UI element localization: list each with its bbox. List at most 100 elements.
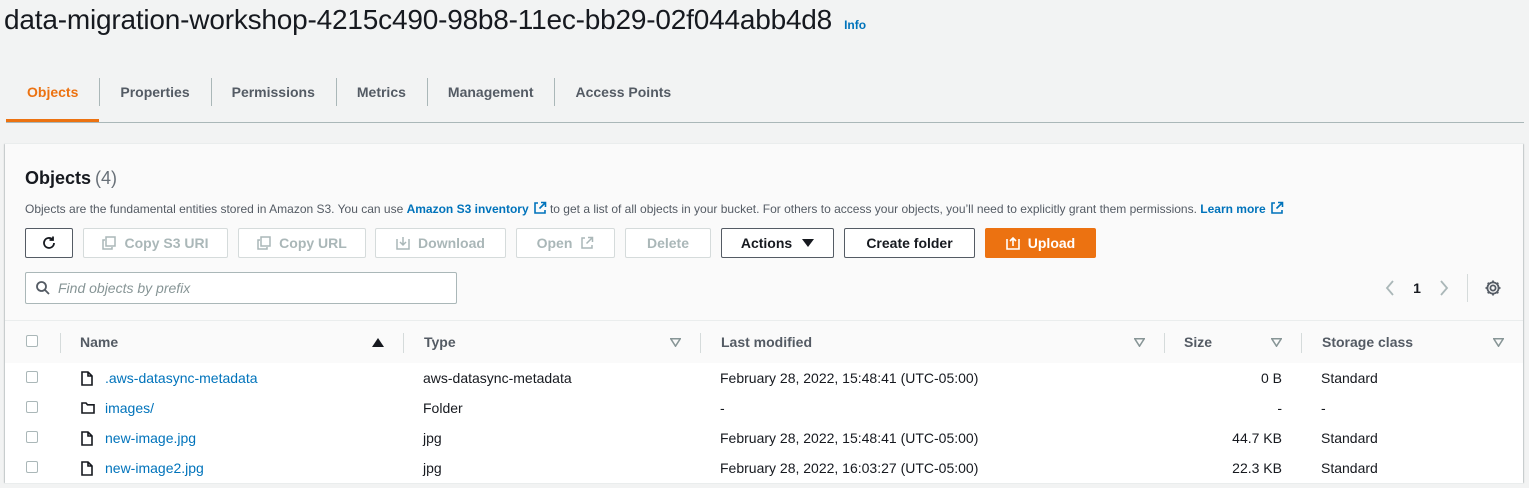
tab-management[interactable]: Management [426, 70, 555, 114]
row-checkbox[interactable] [26, 371, 38, 383]
row-checkbox[interactable] [26, 401, 38, 413]
last-modified-cell: February 28, 2022, 15:48:41 (UTC-05:00) [720, 370, 979, 386]
refresh-icon [43, 236, 55, 249]
objects-panel: Objects (4) Objects are the fundamental e… [5, 143, 1523, 484]
tab-objects[interactable]: Objects [6, 70, 100, 122]
copy-icon [102, 236, 117, 250]
search-icon [36, 281, 50, 295]
column-divider [1301, 333, 1302, 353]
last-modified-cell: February 28, 2022, 15:48:41 (UTC-05:00) [720, 430, 979, 446]
sort-icon[interactable] [1134, 338, 1145, 347]
column-divider [700, 333, 701, 353]
s3-inventory-link-label: Amazon S3 inventory [406, 202, 529, 216]
tab-properties[interactable]: Properties [99, 70, 210, 114]
sort-icon[interactable] [1493, 338, 1504, 347]
page-number[interactable]: 1 [1406, 280, 1428, 296]
pager-divider [1467, 274, 1468, 302]
search-input[interactable] [56, 279, 450, 297]
objects-description: Objects are the fundamental entities sto… [25, 201, 1284, 216]
info-link[interactable]: Info [844, 18, 866, 32]
create-folder-label: Create folder [866, 235, 953, 251]
sort-asc-icon[interactable] [372, 338, 384, 347]
delete-label: Delete [646, 235, 690, 251]
download-button[interactable]: Download [375, 228, 506, 258]
open-button[interactable]: Open [516, 228, 615, 258]
table-row[interactable]: images/ Folder - - - [5, 393, 1523, 424]
object-link[interactable]: new-image.jpg [105, 430, 196, 446]
learn-more-label: Learn more [1200, 202, 1266, 216]
upload-label: Upload [1027, 235, 1076, 251]
select-all-checkbox[interactable] [26, 335, 38, 347]
column-header-last-modified[interactable]: Last modified [721, 321, 812, 363]
object-name-cell: images/ [81, 393, 154, 423]
copy-s3-uri-label: Copy S3 URI [124, 235, 209, 251]
type-cell: aws-datasync-metadata [423, 370, 572, 386]
caret-down-icon [802, 239, 815, 247]
table-header: Name Type Last modified Size Storage cla… [5, 320, 1523, 364]
object-link[interactable]: .aws-datasync-metadata [105, 370, 258, 386]
column-divider [60, 333, 61, 353]
column-header-size[interactable]: Size [1184, 321, 1212, 363]
actions-dropdown[interactable]: Actions [721, 228, 834, 258]
row-checkbox[interactable] [26, 461, 38, 473]
gear-icon[interactable] [1483, 278, 1503, 298]
table-row[interactable]: new-image2.jpg jpg February 28, 2022, 16… [5, 453, 1523, 484]
storage-class-cell: Standard [1321, 460, 1378, 476]
chevron-right-icon[interactable] [1434, 280, 1454, 296]
object-name-cell: .aws-datasync-metadata [81, 363, 258, 393]
row-checkbox[interactable] [26, 431, 38, 443]
column-divider [403, 333, 404, 353]
sort-icon[interactable] [1271, 338, 1282, 347]
folder-icon [81, 402, 95, 414]
copy-url-label: Copy URL [279, 235, 347, 251]
object-link[interactable]: new-image2.jpg [105, 460, 204, 476]
copy-url-button[interactable]: Copy URL [238, 228, 366, 258]
objects-count: (4) [95, 168, 118, 188]
size-cell: 44.7 KB [1232, 430, 1282, 446]
download-label: Download [418, 235, 485, 251]
download-icon [396, 237, 410, 250]
tab-metrics[interactable]: Metrics [335, 70, 427, 114]
refresh-button[interactable] [25, 228, 73, 258]
external-link-icon [1270, 201, 1283, 214]
column-header-name[interactable]: Name [80, 321, 118, 363]
description-text-2: to get a list of all objects in your buc… [549, 202, 1197, 216]
open-label: Open [536, 235, 573, 251]
size-cell: 0 B [1260, 370, 1282, 386]
objects-heading-label: Objects [25, 168, 92, 188]
external-link-icon [533, 201, 546, 214]
upload-button[interactable]: Upload [985, 228, 1096, 258]
type-cell: Folder [423, 400, 463, 416]
object-name-cell: new-image2.jpg [81, 453, 204, 483]
table-row[interactable]: new-image.jpg jpg February 28, 2022, 15:… [5, 423, 1523, 454]
copy-icon [257, 236, 271, 250]
column-divider [1164, 333, 1165, 353]
page-header: data-migration-workshop-4215c490-98b8-11… [4, 4, 866, 44]
description-text-1: Objects are the fundamental entities sto… [25, 202, 404, 216]
file-icon [81, 460, 93, 476]
file-icon [81, 370, 93, 386]
table-row[interactable]: .aws-datasync-metadata aws-datasync-meta… [5, 363, 1523, 394]
column-header-storage-class[interactable]: Storage class [1322, 321, 1413, 363]
storage-class-cell: Standard [1321, 430, 1378, 446]
object-link[interactable]: images/ [105, 400, 154, 416]
chevron-left-icon[interactable] [1380, 280, 1400, 296]
copy-s3-uri-button[interactable]: Copy S3 URI [83, 228, 228, 258]
bucket-title: data-migration-workshop-4215c490-98b8-11… [4, 4, 833, 35]
learn-more-link[interactable]: Learn more [1200, 201, 1283, 216]
column-header-type[interactable]: Type [424, 321, 456, 363]
type-cell: jpg [423, 460, 442, 476]
upload-icon [1005, 236, 1020, 250]
objects-heading: Objects (4) [25, 168, 117, 189]
s3-inventory-link[interactable]: Amazon S3 inventory [406, 201, 547, 216]
tab-permissions[interactable]: Permissions [210, 70, 336, 114]
type-cell: jpg [423, 430, 442, 446]
tab-access-points[interactable]: Access Points [554, 70, 692, 114]
storage-class-cell: - [1321, 400, 1326, 416]
sort-icon[interactable] [670, 338, 681, 347]
delete-button[interactable]: Delete [625, 228, 711, 258]
pagination: 1 [1380, 274, 1454, 302]
last-modified-cell: - [720, 400, 725, 416]
create-folder-button[interactable]: Create folder [844, 228, 975, 258]
file-icon [81, 430, 93, 446]
